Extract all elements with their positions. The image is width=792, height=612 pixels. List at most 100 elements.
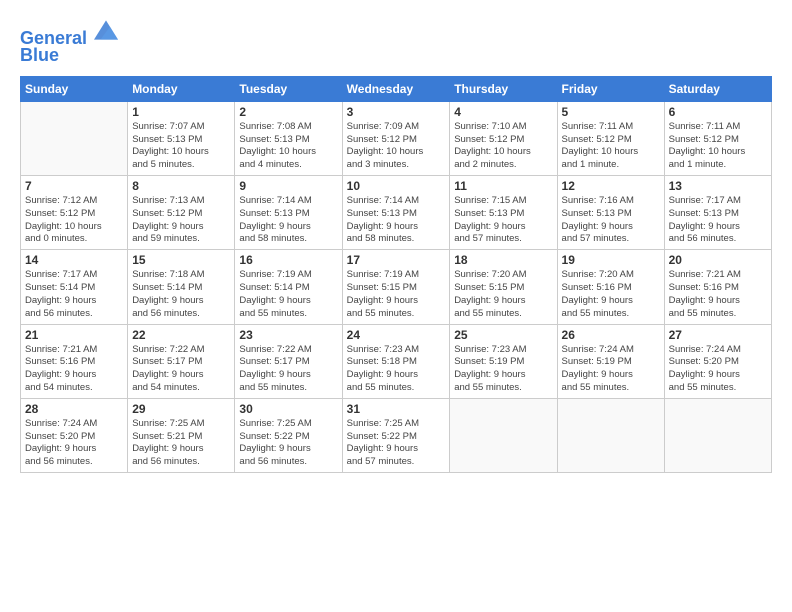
day-number: 28	[25, 402, 123, 416]
day-info: Sunrise: 7:20 AMSunset: 5:15 PMDaylight:…	[454, 269, 552, 320]
day-info: Sunrise: 7:25 AMSunset: 5:22 PMDaylight:…	[347, 418, 446, 469]
day-number: 29	[132, 402, 230, 416]
calendar-cell: 13Sunrise: 7:17 AMSunset: 5:13 PMDayligh…	[664, 176, 771, 250]
weekday-header-wednesday: Wednesday	[342, 76, 450, 101]
day-info: Sunrise: 7:18 AMSunset: 5:14 PMDaylight:…	[132, 269, 230, 320]
calendar-cell: 31 Sunrise: 7:25 AMSunset: 5:22 PMDayligh…	[342, 398, 450, 472]
calendar-cell: 15 Sunrise: 7:18 AMSunset: 5:14 PMDayligh…	[128, 250, 235, 324]
logo: General Blue	[20, 20, 118, 66]
calendar-cell	[450, 398, 557, 472]
day-number: 10	[347, 179, 446, 193]
calendar-cell	[557, 398, 664, 472]
day-info: Sunrise: 7:15 AMSunset: 5:13 PMDaylight:…	[454, 195, 552, 246]
calendar-cell: 26 Sunrise: 7:24 AMSunset: 5:19 PMDayligh…	[557, 324, 664, 398]
day-info: Sunrise: 7:07 AMSunset: 5:13 PMDaylight:…	[132, 121, 230, 172]
day-number: 20	[669, 253, 767, 267]
weekday-header-saturday: Saturday	[664, 76, 771, 101]
day-info: Sunrise: 7:12 AMSunset: 5:12 PMDaylight:…	[25, 195, 123, 246]
day-number: 14	[25, 253, 123, 267]
day-number: 5	[562, 105, 660, 119]
day-number: 8	[132, 179, 230, 193]
day-info: Sunrise: 7:11 AMSunset: 5:12 PMDaylight:…	[562, 121, 660, 172]
day-info: Sunrise: 7:19 AMSunset: 5:14 PMDaylight:…	[239, 269, 337, 320]
calendar-week-4: 21Sunrise: 7:21 AMSunset: 5:16 PMDayligh…	[21, 324, 772, 398]
calendar-cell: 9 Sunrise: 7:14 AMSunset: 5:13 PMDaylight…	[235, 176, 342, 250]
calendar-cell: 20 Sunrise: 7:21 AMSunset: 5:16 PMDayligh…	[664, 250, 771, 324]
calendar-cell: 2Sunrise: 7:08 AMSunset: 5:13 PMDaylight…	[235, 101, 342, 175]
day-info: Sunrise: 7:22 AMSunset: 5:17 PMDaylight:…	[132, 344, 230, 395]
calendar-week-3: 14 Sunrise: 7:17 AMSunset: 5:14 PMDayligh…	[21, 250, 772, 324]
day-number: 17	[347, 253, 446, 267]
calendar-cell: 4 Sunrise: 7:10 AMSunset: 5:12 PMDaylight…	[450, 101, 557, 175]
day-info: Sunrise: 7:10 AMSunset: 5:12 PMDaylight:…	[454, 121, 552, 172]
day-number: 30	[239, 402, 337, 416]
day-info: Sunrise: 7:23 AMSunset: 5:18 PMDaylight:…	[347, 344, 446, 395]
calendar-cell: 12 Sunrise: 7:16 AMSunset: 5:13 PMDayligh…	[557, 176, 664, 250]
day-info: Sunrise: 7:22 AMSunset: 5:17 PMDaylight:…	[239, 344, 337, 395]
calendar-week-1: 1 Sunrise: 7:07 AMSunset: 5:13 PMDaylight…	[21, 101, 772, 175]
calendar-cell: 14 Sunrise: 7:17 AMSunset: 5:14 PMDayligh…	[21, 250, 128, 324]
weekday-header-tuesday: Tuesday	[235, 76, 342, 101]
calendar-cell: 7 Sunrise: 7:12 AMSunset: 5:12 PMDaylight…	[21, 176, 128, 250]
day-info: Sunrise: 7:25 AMSunset: 5:21 PMDaylight:…	[132, 418, 230, 469]
day-number: 4	[454, 105, 552, 119]
day-number: 19	[562, 253, 660, 267]
day-number: 6	[669, 105, 767, 119]
day-info: Sunrise: 7:21 AMSunset: 5:16 PMDaylight:…	[669, 269, 767, 320]
day-number: 1	[132, 105, 230, 119]
calendar-cell: 25 Sunrise: 7:23 AMSunset: 5:19 PMDayligh…	[450, 324, 557, 398]
weekday-header-monday: Monday	[128, 76, 235, 101]
logo-icon	[94, 18, 118, 42]
calendar-header-row: SundayMondayTuesdayWednesdayThursdayFrid…	[21, 76, 772, 101]
weekday-header-thursday: Thursday	[450, 76, 557, 101]
calendar-cell: 24 Sunrise: 7:23 AMSunset: 5:18 PMDayligh…	[342, 324, 450, 398]
calendar-cell: 19 Sunrise: 7:20 AMSunset: 5:16 PMDayligh…	[557, 250, 664, 324]
day-number: 31	[347, 402, 446, 416]
day-info: Sunrise: 7:14 AMSunset: 5:13 PMDaylight:…	[347, 195, 446, 246]
calendar-cell: 30 Sunrise: 7:25 AMSunset: 5:22 PMDayligh…	[235, 398, 342, 472]
day-number: 16	[239, 253, 337, 267]
day-info: Sunrise: 7:20 AMSunset: 5:16 PMDaylight:…	[562, 269, 660, 320]
day-info: Sunrise: 7:14 AMSunset: 5:13 PMDaylight:…	[239, 195, 337, 246]
day-number: 13	[669, 179, 767, 193]
weekday-header-friday: Friday	[557, 76, 664, 101]
day-number: 11	[454, 179, 552, 193]
day-number: 26	[562, 328, 660, 342]
calendar-cell: 6 Sunrise: 7:11 AMSunset: 5:12 PMDaylight…	[664, 101, 771, 175]
day-info: Sunrise: 7:19 AMSunset: 5:15 PMDaylight:…	[347, 269, 446, 320]
day-number: 24	[347, 328, 446, 342]
day-info: Sunrise: 7:23 AMSunset: 5:19 PMDaylight:…	[454, 344, 552, 395]
day-info: Sunrise: 7:24 AMSunset: 5:19 PMDaylight:…	[562, 344, 660, 395]
calendar-cell: 1 Sunrise: 7:07 AMSunset: 5:13 PMDaylight…	[128, 101, 235, 175]
day-info: Sunrise: 7:13 AMSunset: 5:12 PMDaylight:…	[132, 195, 230, 246]
day-number: 15	[132, 253, 230, 267]
day-info: Sunrise: 7:25 AMSunset: 5:22 PMDaylight:…	[239, 418, 337, 469]
day-info: Sunrise: 7:17 AMSunset: 5:14 PMDaylight:…	[25, 269, 123, 320]
calendar-cell: 16 Sunrise: 7:19 AMSunset: 5:14 PMDayligh…	[235, 250, 342, 324]
day-number: 22	[132, 328, 230, 342]
calendar-cell: 22 Sunrise: 7:22 AMSunset: 5:17 PMDayligh…	[128, 324, 235, 398]
day-info: Sunrise: 7:21 AMSunset: 5:16 PMDaylight:…	[25, 344, 123, 395]
calendar-cell: 11 Sunrise: 7:15 AMSunset: 5:13 PMDayligh…	[450, 176, 557, 250]
day-number: 18	[454, 253, 552, 267]
calendar-cell: 8 Sunrise: 7:13 AMSunset: 5:12 PMDaylight…	[128, 176, 235, 250]
day-number: 25	[454, 328, 552, 342]
day-number: 7	[25, 179, 123, 193]
day-info: Sunrise: 7:24 AMSunset: 5:20 PMDaylight:…	[669, 344, 767, 395]
calendar-cell: 3Sunrise: 7:09 AMSunset: 5:12 PMDaylight…	[342, 101, 450, 175]
weekday-header-sunday: Sunday	[21, 76, 128, 101]
day-info: Sunrise: 7:11 AMSunset: 5:12 PMDaylight:…	[669, 121, 767, 172]
header: General Blue	[20, 20, 772, 66]
day-info: Sunrise: 7:16 AMSunset: 5:13 PMDaylight:…	[562, 195, 660, 246]
day-number: 27	[669, 328, 767, 342]
day-number: 12	[562, 179, 660, 193]
calendar-cell: 23 Sunrise: 7:22 AMSunset: 5:17 PMDayligh…	[235, 324, 342, 398]
calendar-cell	[21, 101, 128, 175]
calendar-cell: 27 Sunrise: 7:24 AMSunset: 5:20 PMDayligh…	[664, 324, 771, 398]
calendar-cell: 10 Sunrise: 7:14 AMSunset: 5:13 PMDayligh…	[342, 176, 450, 250]
day-number: 23	[239, 328, 337, 342]
day-info: Sunrise: 7:24 AMSunset: 5:20 PMDaylight:…	[25, 418, 123, 469]
day-number: 3	[347, 105, 446, 119]
calendar-cell: 5 Sunrise: 7:11 AMSunset: 5:12 PMDaylight…	[557, 101, 664, 175]
day-number: 9	[239, 179, 337, 193]
